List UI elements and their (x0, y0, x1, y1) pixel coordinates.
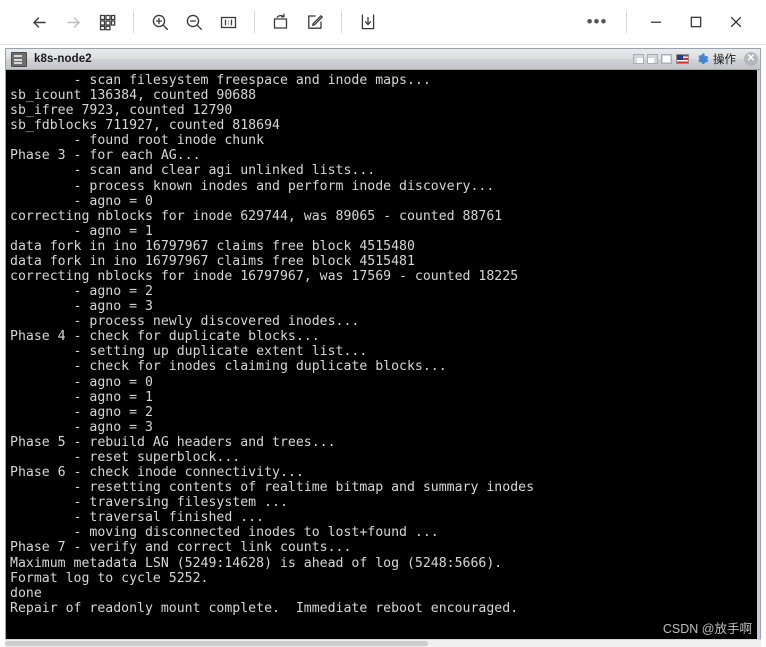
terminal-line: - check for inodes claiming duplicate bl… (10, 359, 447, 375)
terminal-line: - traversal finished ... (10, 510, 265, 526)
terminal-line: - scan filesystem freespace and inode ma… (10, 73, 431, 88)
terminal-line: - process newly discovered inodes... (10, 314, 360, 330)
terminal-line: - agno = 0 (10, 193, 153, 209)
terminal-line: sb_ifree 7923, counted 12790 (10, 103, 233, 119)
grid-view-icon[interactable] (90, 5, 124, 39)
console-titlebar[interactable]: k8s-node2 操作 ✕ (6, 49, 760, 70)
back-icon[interactable] (22, 5, 56, 39)
terminal-line: Repair of readonly mount complete. Immed… (10, 600, 519, 616)
rotate-icon[interactable] (264, 5, 298, 39)
terminal-line: - agno = 1 (10, 389, 153, 405)
toolbar-divider (133, 11, 134, 33)
terminal-line: - found root inode chunk (10, 133, 265, 149)
console-title: k8s-node2 (34, 53, 92, 65)
horizontal-scrollbar[interactable] (5, 639, 761, 647)
terminal-line: Phase 5 - rebuild AG headers and trees..… (10, 434, 336, 450)
horizontal-scrollbar-thumb[interactable] (5, 641, 429, 646)
console-titlebar-controls: 操作 ✕ (633, 51, 758, 67)
forward-icon (56, 5, 90, 39)
terminal-line: - agno = 3 (10, 299, 153, 315)
terminal-line: - setting up duplicate extent list... (10, 344, 368, 360)
terminal-line: - traversing filesystem ... (10, 495, 288, 511)
terminal-line: Format log to cycle 5252. (10, 570, 209, 586)
edit-icon[interactable] (298, 5, 332, 39)
terminal-line: Phase 4 - check for duplicate blocks... (10, 329, 320, 345)
terminal-line: - agno = 0 (10, 374, 153, 390)
terminal-line: done (10, 585, 42, 601)
toolbar-divider (341, 11, 342, 33)
image-viewer-window: ••• k8s-node2 操作 ✕ - scan filesystem fre… (0, 0, 766, 647)
terminal-line: Phase 6 - check inode connectivity... (10, 465, 304, 481)
operations-label[interactable]: 操作 (713, 51, 736, 67)
terminal-line: - agno = 3 (10, 419, 153, 435)
terminal-line: data fork in ino 16797967 claims free bl… (10, 253, 415, 269)
terminal-line: sb_icount 136384, counted 90688 (10, 88, 257, 104)
more-options-button[interactable]: ••• (577, 5, 617, 39)
terminal-line: - scan and clear agi unlinked lists... (10, 163, 376, 179)
terminal-line: - agno = 2 (10, 284, 153, 300)
more-options-label: ••• (586, 12, 608, 31)
gear-icon[interactable] (696, 52, 709, 66)
restore-left-icon[interactable] (647, 54, 658, 64)
toolbar-divider (254, 11, 255, 33)
actual-size-icon[interactable] (211, 5, 245, 39)
save-icon[interactable] (351, 5, 385, 39)
terminal-line: - process known inodes and perform inode… (10, 178, 495, 194)
terminal-line: data fork in ino 16797967 claims free bl… (10, 238, 415, 254)
terminal-line: - agno = 1 (10, 223, 153, 239)
terminal-icon (11, 51, 27, 67)
terminal-line: Phase 3 - for each AG... (10, 148, 201, 164)
maximize-button[interactable] (676, 5, 716, 39)
zoom-in-icon[interactable] (143, 5, 177, 39)
terminal-output-area[interactable]: - scan filesystem freespace and inode ma… (6, 70, 760, 641)
watermark: CSDN @放手啊 (662, 622, 752, 636)
restore-down-icon[interactable] (633, 54, 644, 64)
terminal-line: correcting nblocks for inode 16797967, w… (10, 269, 519, 285)
terminal-line: - agno = 2 (10, 404, 153, 420)
viewer-toolbar: ••• (0, 0, 766, 45)
terminal-right-edge (757, 70, 760, 641)
terminal-line: - reset superblock... (10, 449, 241, 465)
terminal-lines: - scan filesystem freespace and inode ma… (10, 73, 760, 616)
console-window: k8s-node2 操作 ✕ - scan filesystem freespa… (5, 48, 761, 642)
terminal-line: Phase 7 - verify and correct link counts… (10, 540, 352, 556)
close-button[interactable] (716, 5, 756, 39)
terminal-line: - resetting contents of realtime bitmap … (10, 480, 535, 496)
terminal-line: - moving disconnected inodes to lost+fou… (10, 525, 439, 541)
terminal-line: correcting nblocks for inode 629744, was… (10, 208, 503, 224)
toolbar-divider (626, 11, 627, 33)
zoom-out-icon[interactable] (177, 5, 211, 39)
console-close-button[interactable]: ✕ (744, 52, 758, 66)
terminal-line: sb_fdblocks 711927, counted 818694 (10, 118, 280, 134)
maximize-icon[interactable] (661, 54, 672, 64)
minimize-button[interactable] (636, 5, 676, 39)
keyboard-language-flag-icon[interactable] (676, 54, 689, 64)
terminal-line: Maximum metadata LSN (5249:14628) is ahe… (10, 555, 503, 571)
